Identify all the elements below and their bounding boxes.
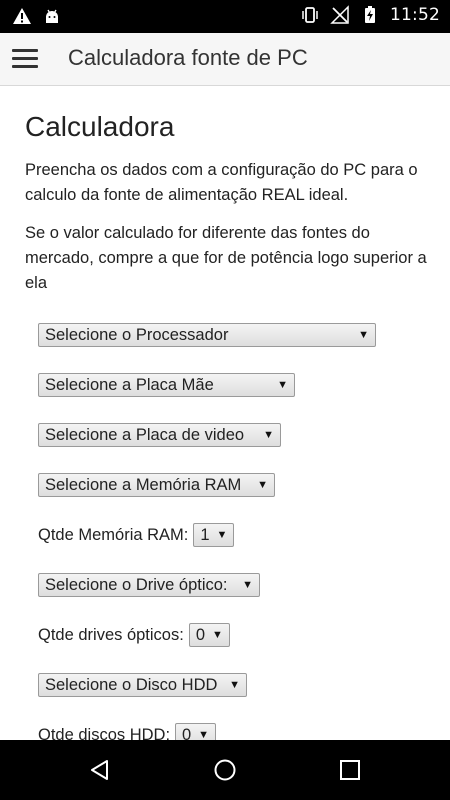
- recents-icon[interactable]: [338, 758, 362, 782]
- ram-qty-select[interactable]: 1 ▼: [193, 523, 235, 547]
- hdd-select[interactable]: Selecione o Disco HDD ▼: [38, 673, 247, 697]
- hdd-qty-select[interactable]: 0 ▼: [175, 723, 217, 741]
- ram-qty-label: Qtde Memória RAM:: [38, 525, 189, 544]
- optical-drive-select-value: Selecione o Drive óptico:: [45, 575, 228, 594]
- optical-qty-select[interactable]: 0 ▼: [188, 623, 230, 647]
- battery-charging-icon: [360, 5, 380, 25]
- optical-row: Selecione o Drive óptico: ▼: [38, 573, 260, 597]
- android-icon: [42, 6, 62, 26]
- navigation-bar: [0, 740, 450, 800]
- processor-row: Selecione o Processador ▼: [38, 323, 376, 347]
- video-card-select[interactable]: Selecione a Placa de video ▼: [38, 423, 281, 447]
- page-heading: Calculadora: [25, 111, 175, 142]
- chevron-down-icon: ▼: [229, 679, 240, 691]
- hdd-qty-row: Qtde discos HDD: 0 ▼: [38, 723, 217, 741]
- chevron-down-icon: ▼: [211, 629, 223, 641]
- optical-drive-select[interactable]: Selecione o Drive óptico: ▼: [38, 573, 260, 597]
- optical-qty-label: Qtde drives ópticos:: [38, 625, 184, 644]
- chevron-down-icon: ▼: [257, 479, 268, 491]
- processor-select-value: Selecione o Processador: [45, 325, 229, 344]
- status-bar-right: 11:52: [300, 5, 440, 25]
- ram-select[interactable]: Selecione a Memória RAM ▼: [38, 473, 275, 497]
- advice-paragraph: Se o valor calculado for diferente das f…: [25, 224, 427, 292]
- main-content[interactable]: Calculadora Preencha os dados com a conf…: [0, 87, 450, 740]
- hdd-qty-label: Qtde discos HDD:: [38, 725, 171, 741]
- status-time: 11:52: [390, 5, 440, 25]
- home-icon[interactable]: [213, 758, 237, 782]
- hamburger-menu-icon[interactable]: [12, 49, 38, 69]
- chevron-down-icon: ▼: [242, 579, 253, 591]
- ram-qty-row: Qtde Memória RAM: 1 ▼: [38, 523, 235, 547]
- intro-paragraph: Preencha os dados com a configuração do …: [25, 161, 418, 204]
- no-signal-icon: [330, 5, 350, 25]
- chevron-down-icon: ▼: [216, 529, 228, 541]
- optical-qty-value: 0: [195, 625, 206, 644]
- ram-select-value: Selecione a Memória RAM: [45, 475, 242, 494]
- processor-select[interactable]: Selecione o Processador ▼: [38, 323, 376, 347]
- hdd-row: Selecione o Disco HDD ▼: [38, 673, 247, 697]
- status-bar: 11:52: [0, 0, 450, 33]
- motherboard-row: Selecione a Placa Mãe ▼: [38, 373, 295, 397]
- video-card-select-value: Selecione a Placa de video: [45, 425, 245, 444]
- app-title: Calculadora fonte de PC: [68, 45, 308, 70]
- chevron-down-icon: ▼: [277, 379, 288, 391]
- motherboard-select[interactable]: Selecione a Placa Mãe ▼: [38, 373, 295, 397]
- vibrate-icon: [300, 5, 320, 25]
- back-icon[interactable]: [88, 758, 112, 782]
- video-row: Selecione a Placa de video ▼: [38, 423, 281, 447]
- status-bar-left: [12, 6, 62, 26]
- ram-row: Selecione a Memória RAM ▼: [38, 473, 275, 497]
- chevron-down-icon: ▼: [198, 729, 210, 740]
- hdd-select-value: Selecione o Disco HDD: [45, 675, 218, 694]
- chevron-down-icon: ▼: [263, 429, 274, 441]
- ram-qty-value: 1: [200, 525, 210, 544]
- hdd-qty-value: 0: [182, 725, 192, 741]
- warning-icon: [12, 6, 32, 26]
- motherboard-select-value: Selecione a Placa Mãe: [45, 375, 214, 394]
- optical-qty-row: Qtde drives ópticos: 0 ▼: [38, 623, 230, 647]
- chevron-down-icon: ▼: [358, 329, 369, 341]
- app-bar: Calculadora fonte de PC: [0, 33, 450, 86]
